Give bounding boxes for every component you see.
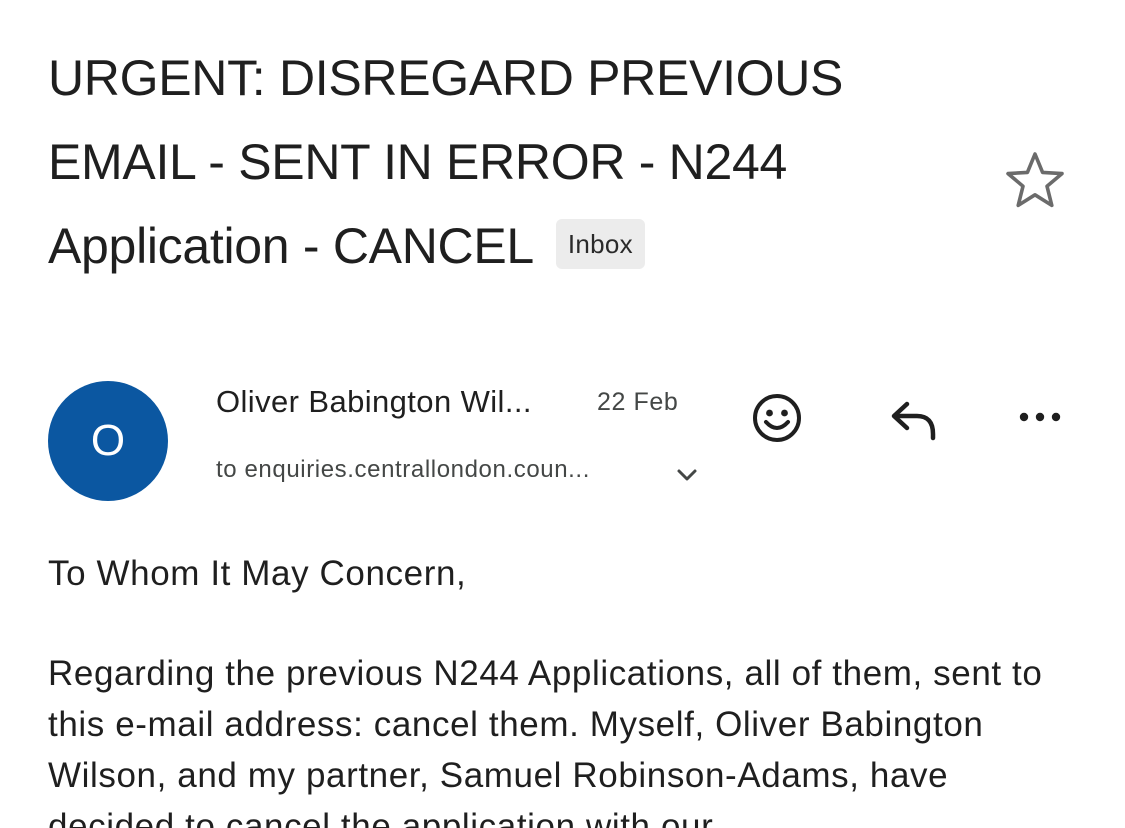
email-paragraph: Regarding the previous N244 Applications… bbox=[48, 654, 1043, 828]
subject-text: URGENT: DISREGARD PREVIOUS EMAIL - SENT … bbox=[48, 50, 844, 274]
email-greeting: To Whom It May Concern, bbox=[48, 554, 467, 593]
star-icon[interactable] bbox=[1003, 148, 1067, 212]
reply-icon[interactable] bbox=[877, 386, 941, 450]
add-reaction-icon[interactable] bbox=[745, 386, 809, 450]
email-date: 22 Feb bbox=[597, 388, 679, 416]
recipient-line[interactable]: to enquiries.centrallondon.coun... bbox=[216, 452, 590, 488]
chevron-down-icon[interactable] bbox=[674, 462, 700, 488]
inbox-label-chip[interactable]: Inbox bbox=[555, 218, 645, 269]
email-body: To Whom It May Concern, Regarding the pr… bbox=[48, 548, 1078, 828]
email-view: URGENT: DISREGARD PREVIOUS EMAIL - SENT … bbox=[0, 0, 1125, 828]
sender-avatar[interactable]: O bbox=[48, 381, 168, 501]
sender-name[interactable]: Oliver Babington Wil... bbox=[216, 382, 532, 422]
more-options-icon[interactable] bbox=[1009, 386, 1073, 450]
email-subject: URGENT: DISREGARD PREVIOUS EMAIL - SENT … bbox=[48, 36, 948, 288]
